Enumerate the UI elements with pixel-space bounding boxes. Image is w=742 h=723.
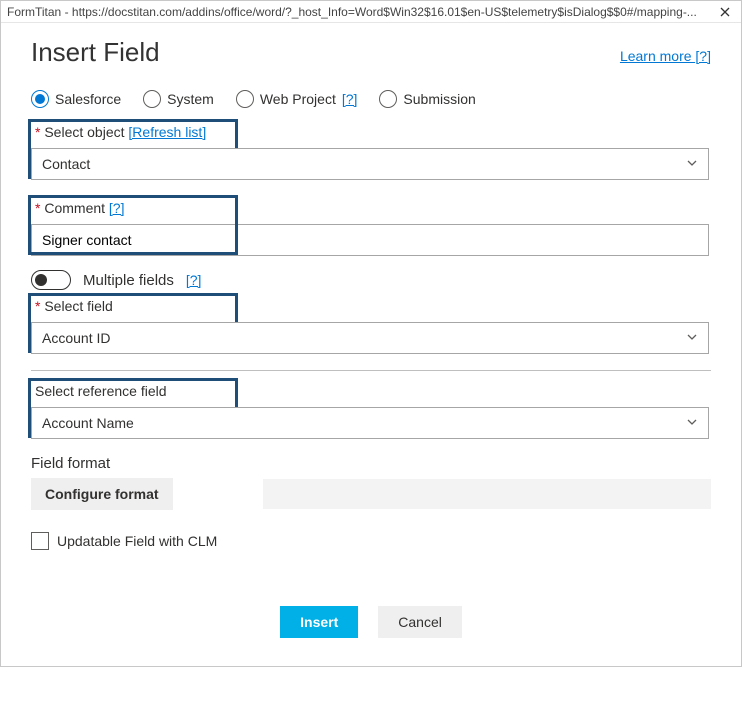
- multiple-fields-help[interactable]: [?]: [186, 272, 202, 288]
- chevron-down-icon: [686, 415, 698, 431]
- select-reference-field-label: Select reference field: [35, 383, 167, 399]
- close-button[interactable]: [713, 2, 737, 22]
- insert-button[interactable]: Insert: [280, 606, 358, 638]
- radio-web-project[interactable]: Web Project [?]: [236, 90, 358, 108]
- select-field-label: * Select field: [35, 298, 113, 314]
- select-field-value: Account ID: [42, 330, 110, 346]
- close-icon: [720, 7, 730, 17]
- chevron-down-icon: [686, 330, 698, 346]
- select-reference-field-value: Account Name: [42, 415, 134, 431]
- select-reference-field-dropdown[interactable]: Account Name: [31, 407, 709, 439]
- comment-help[interactable]: [?]: [109, 200, 125, 216]
- radio-system[interactable]: System: [143, 90, 214, 108]
- multiple-fields-label: Multiple fields: [83, 272, 174, 289]
- window-title: FormTitan - https://docstitan.com/addins…: [7, 5, 713, 19]
- radio-icon: [143, 90, 161, 108]
- updatable-label: Updatable Field with CLM: [57, 533, 217, 549]
- radio-submission[interactable]: Submission: [379, 90, 475, 108]
- radio-web-project-label: Web Project: [260, 91, 336, 107]
- multiple-fields-toggle[interactable]: [31, 270, 71, 290]
- radio-submission-label: Submission: [403, 91, 475, 107]
- radio-salesforce[interactable]: Salesforce: [31, 90, 121, 108]
- select-object-dropdown[interactable]: Contact: [31, 148, 709, 180]
- radio-icon: [236, 90, 254, 108]
- refresh-list-link[interactable]: [Refresh list]: [128, 124, 206, 140]
- radio-salesforce-label: Salesforce: [55, 91, 121, 107]
- source-radio-group: Salesforce System Web Project [?] Submis…: [31, 90, 711, 108]
- cancel-button[interactable]: Cancel: [378, 606, 462, 638]
- titlebar: FormTitan - https://docstitan.com/addins…: [1, 1, 741, 23]
- radio-icon: [379, 90, 397, 108]
- radio-system-label: System: [167, 91, 214, 107]
- learn-more-link[interactable]: Learn more [?]: [620, 48, 711, 64]
- updatable-checkbox[interactable]: [31, 532, 49, 550]
- web-project-help[interactable]: [?]: [342, 91, 358, 107]
- select-object-value: Contact: [42, 156, 90, 172]
- page-title: Insert Field: [31, 37, 160, 68]
- configure-format-button[interactable]: Configure format: [31, 478, 173, 510]
- format-preview: [263, 479, 711, 509]
- select-field-dropdown[interactable]: Account ID: [31, 322, 709, 354]
- comment-input[interactable]: [31, 224, 709, 256]
- radio-icon: [31, 90, 49, 108]
- chevron-down-icon: [686, 156, 698, 172]
- select-object-label: * Select object [Refresh list]: [35, 124, 206, 140]
- field-format-label: Field format: [31, 455, 711, 472]
- comment-label: * Comment [?]: [35, 200, 125, 216]
- separator: [31, 370, 711, 371]
